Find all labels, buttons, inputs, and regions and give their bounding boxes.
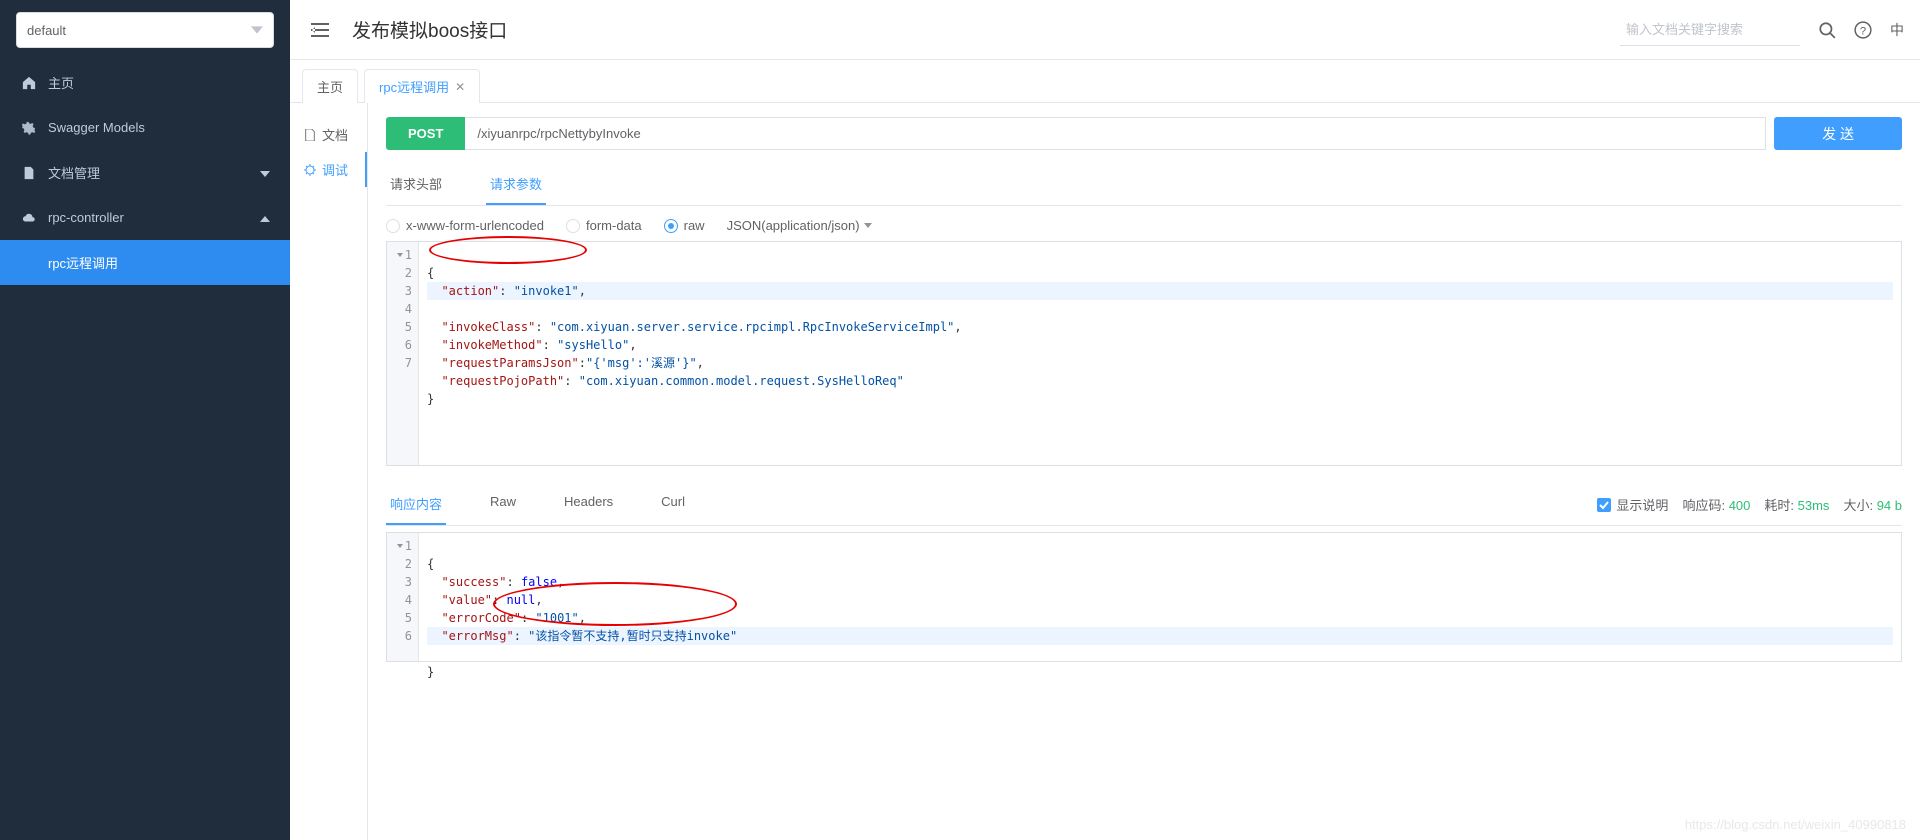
language-switch[interactable]: 中 <box>1890 20 1904 40</box>
sidebar-item-label: rpc远程调用 <box>48 253 118 272</box>
show-desc-checkbox[interactable]: 显示说明 <box>1597 495 1668 514</box>
inspector-debug[interactable]: 调试 <box>290 152 367 187</box>
sidebar-item-home[interactable]: 主页 <box>0 60 290 105</box>
request-body-code[interactable]: { "action": "invoke1", "invokeClass": "c… <box>419 242 1901 465</box>
inspector-label: 调试 <box>322 160 348 179</box>
cloud-icon <box>20 211 38 225</box>
svg-text:?: ? <box>1860 25 1866 37</box>
annotation-ellipse <box>429 236 587 264</box>
tab-label: rpc远程调用 <box>379 77 449 96</box>
resp-tab-raw[interactable]: Raw <box>486 484 520 525</box>
home-icon <box>20 76 38 90</box>
response-body-code[interactable]: { "success": false, "value": null, "erro… <box>419 533 1901 661</box>
chevron-down-icon <box>260 165 270 180</box>
request-tab-headers[interactable]: 请求头部 <box>386 164 446 205</box>
tab-home[interactable]: 主页 <box>302 69 358 103</box>
status-size: 大小: 94 b <box>1843 495 1902 514</box>
inspector-label: 文档 <box>322 125 348 144</box>
search-button[interactable] <box>1818 21 1836 39</box>
url-input[interactable] <box>465 117 1766 150</box>
content-type-select[interactable]: JSON(application/json) <box>727 218 872 233</box>
file-icon <box>304 129 316 141</box>
chevron-down-icon <box>864 223 872 228</box>
check-icon <box>1599 500 1609 510</box>
sidebar-item-swagger-models[interactable]: Swagger Models <box>0 105 290 150</box>
resp-tab-body[interactable]: 响应内容 <box>386 484 446 525</box>
response-body-editor[interactable]: 123456 { "success": false, "value": null… <box>386 532 1902 662</box>
body-type-selector: x-www-form-urlencoded form-data raw JSON… <box>386 218 1902 233</box>
status-time: 耗时: 53ms <box>1764 495 1829 514</box>
page-tabs: 主页 rpc远程调用 ✕ <box>290 60 1920 103</box>
resp-tab-curl[interactable]: Curl <box>657 484 689 525</box>
sidebar-item-label: rpc-controller <box>48 210 124 225</box>
response-bar: 响应内容 Raw Headers Curl 显示说明 响应码: 400 耗时: … <box>386 484 1902 526</box>
cog-icon <box>20 121 38 135</box>
page-title: 发布模拟boos接口 <box>352 16 507 43</box>
sidebar-item-doc-manage[interactable]: 文档管理 <box>0 150 290 195</box>
help-button[interactable]: ? <box>1854 21 1872 39</box>
send-button[interactable]: 发 送 <box>1774 117 1902 150</box>
sidebar-item-label: Swagger Models <box>48 120 145 135</box>
help-icon: ? <box>1854 21 1872 39</box>
project-selector-value: default <box>27 23 66 38</box>
bug-icon <box>304 164 316 176</box>
sidebar-item-label: 文档管理 <box>48 163 100 182</box>
status-code: 响应码: 400 <box>1682 495 1750 514</box>
search-icon <box>1818 21 1836 39</box>
tab-rpc-remote[interactable]: rpc远程调用 ✕ <box>364 69 480 103</box>
radio-raw[interactable]: raw <box>664 218 705 233</box>
chevron-down-icon <box>251 24 263 36</box>
resp-tab-headers[interactable]: Headers <box>560 484 617 525</box>
request-tab-params[interactable]: 请求参数 <box>486 164 546 205</box>
watermark: https://blog.csdn.net/weixin_40990818 <box>1685 817 1906 832</box>
collapse-sidebar-button[interactable] <box>306 16 334 44</box>
search-input[interactable] <box>1620 14 1800 46</box>
chevron-up-icon <box>260 210 270 225</box>
sidebar: default 主页 Swagger Models 文档管理 rpc-contr… <box>0 0 290 840</box>
line-gutter: 1234567 <box>387 242 419 465</box>
inspector-doc[interactable]: 文档 <box>290 117 367 152</box>
sidebar-subitem-rpc-remote[interactable]: rpc远程调用 <box>0 240 290 285</box>
doc-icon <box>20 166 38 180</box>
request-body-editor[interactable]: 1234567 { "action": "invoke1", "invokeCl… <box>386 241 1902 466</box>
topbar: 发布模拟boos接口 ? 中 <box>290 0 1920 60</box>
line-gutter: 123456 <box>387 533 419 661</box>
radio-formdata[interactable]: form-data <box>566 218 642 233</box>
project-selector[interactable]: default <box>16 12 274 48</box>
http-method-badge: POST <box>386 117 465 150</box>
sidebar-item-label: 主页 <box>48 73 74 92</box>
tab-label: 主页 <box>317 77 343 96</box>
menu-collapse-icon <box>311 21 329 39</box>
content-area: POST 发 送 请求头部 请求参数 x-www-form-urlencoded… <box>368 103 1920 840</box>
radio-urlencoded[interactable]: x-www-form-urlencoded <box>386 218 544 233</box>
inspector-panel: 文档 调试 <box>290 103 368 840</box>
sidebar-item-rpc-controller[interactable]: rpc-controller <box>0 195 290 240</box>
request-tabs: 请求头部 请求参数 <box>386 164 1902 206</box>
close-icon[interactable]: ✕ <box>455 80 465 94</box>
